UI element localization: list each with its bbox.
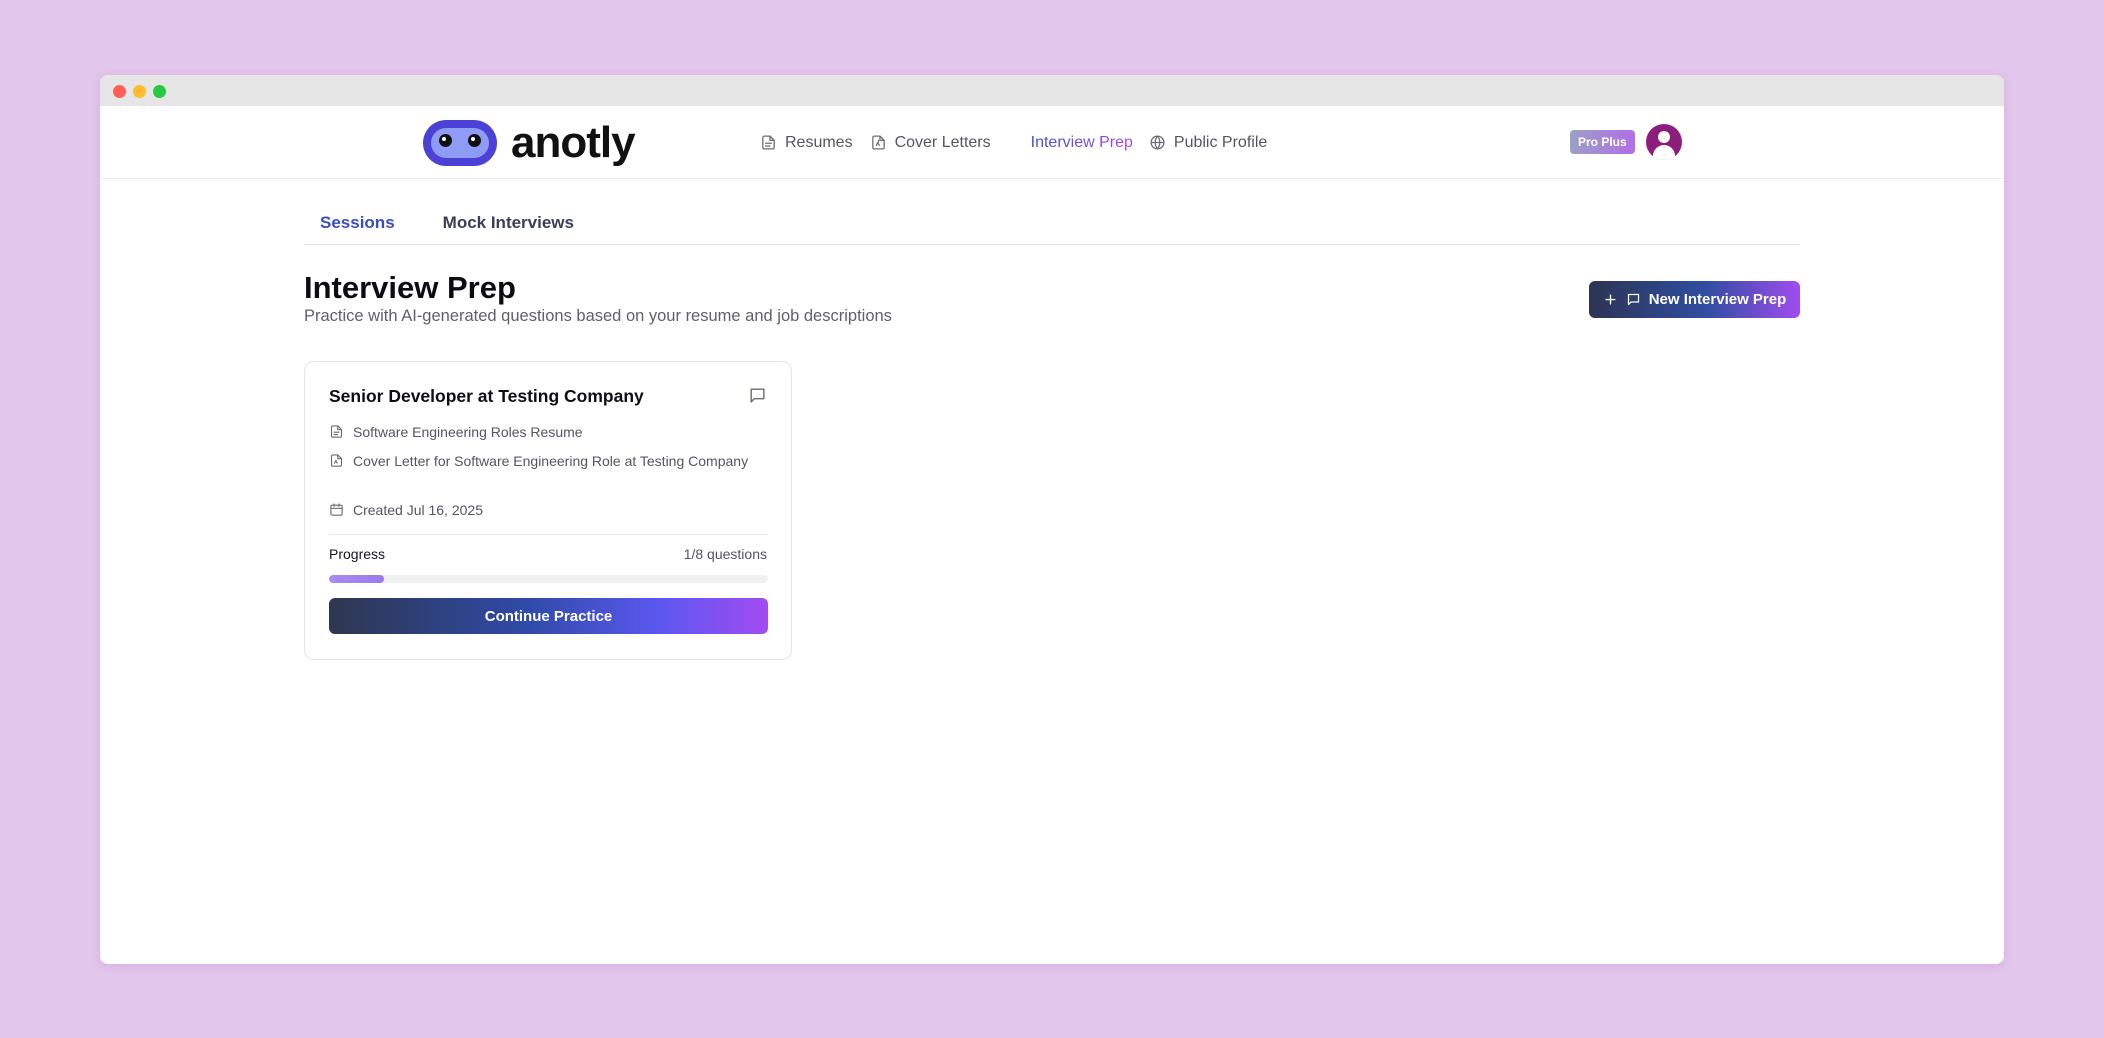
nav-item-public-profile[interactable]: Public Profile <box>1149 134 1267 152</box>
close-window-button[interactable] <box>113 85 126 98</box>
browser-window: anotly Resumes Cover Letters Interview P… <box>100 75 2004 964</box>
session-created: Created Jul 16, 2025 <box>329 500 483 520</box>
brand-logo[interactable]: anotly <box>423 118 636 167</box>
tab-mock-interviews[interactable]: Mock Interviews <box>427 197 590 233</box>
user-avatar[interactable] <box>1646 124 1682 160</box>
nav-item-label: Public Profile <box>1173 133 1268 151</box>
message-square-icon[interactable] <box>748 386 767 405</box>
tab-sessions[interactable]: Sessions <box>304 197 411 233</box>
main-nav: Resumes Cover Letters Interview Prep Pub… <box>760 106 1267 179</box>
nav-item-label: Resumes <box>785 133 853 151</box>
continue-practice-button[interactable]: Continue Practice <box>329 598 768 634</box>
nav-item-label: Cover Letters <box>894 133 991 151</box>
file-signature-icon <box>871 135 885 150</box>
new-interview-prep-button[interactable]: New Interview Prep <box>1589 281 1800 318</box>
session-cover-letter-name: Cover Letter for Software Engineering Ro… <box>353 453 749 469</box>
session-cover-letter: Cover Letter for Software Engineering Ro… <box>329 451 749 471</box>
message-square-icon <box>1627 293 1639 306</box>
card-divider <box>329 534 768 535</box>
session-resume-name: Software Engineering Roles Resume <box>353 424 583 440</box>
nav-item-resumes[interactable]: Resumes <box>760 134 853 152</box>
top-navigation-bar: anotly Resumes Cover Letters Interview P… <box>100 106 2004 179</box>
plus-icon <box>1605 294 1616 305</box>
minimize-window-button[interactable] <box>133 85 146 98</box>
new-interview-prep-label: New Interview Prep <box>1648 291 1787 308</box>
sub-tabs: Sessions Mock Interviews <box>304 197 1800 245</box>
brand-name: anotly <box>511 118 636 167</box>
progress-bar-fill <box>329 575 384 583</box>
nav-item-interview-prep[interactable]: Interview Prep <box>1031 134 1133 152</box>
page-title: Interview Prep <box>304 270 516 305</box>
file-signature-icon <box>330 454 343 467</box>
globe-icon <box>1150 135 1165 150</box>
session-resume: Software Engineering Roles Resume <box>329 422 583 442</box>
file-text-icon <box>762 135 775 150</box>
nav-item-label: Interview Prep <box>1030 133 1133 151</box>
calendar-icon <box>330 503 343 516</box>
nav-item-cover-letters[interactable]: Cover Letters <box>870 134 991 152</box>
progress-label: Progress <box>329 546 386 562</box>
session-created-date: Created Jul 16, 2025 <box>353 502 483 518</box>
plan-badge: Pro Plus <box>1570 130 1635 154</box>
file-text-icon <box>330 425 343 438</box>
window-titlebar <box>100 75 2004 106</box>
maximize-window-button[interactable] <box>153 85 166 98</box>
session-card[interactable]: Senior Developer at Testing Company Soft… <box>304 361 792 660</box>
logo-mark-icon <box>423 120 497 166</box>
progress-bar <box>329 575 768 583</box>
session-title: Senior Developer at Testing Company <box>329 386 644 406</box>
page-subtitle: Practice with AI-generated questions bas… <box>304 307 892 325</box>
progress-count: 1/8 questions <box>683 546 767 562</box>
